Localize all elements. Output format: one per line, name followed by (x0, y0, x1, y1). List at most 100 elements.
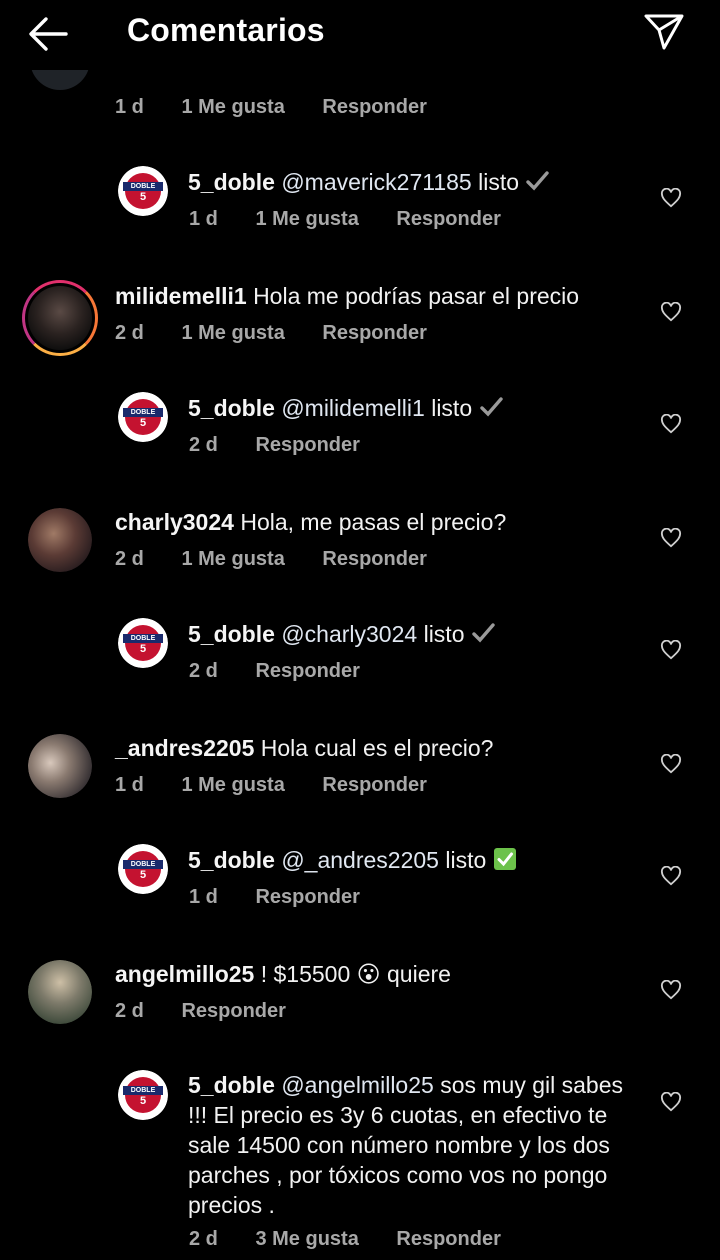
heart-icon[interactable] (660, 528, 682, 548)
reply-button[interactable]: Responder (322, 322, 426, 344)
comment-meta: 2 d 3 Me gusta Responder (189, 1228, 533, 1251)
comment-meta: 2 d Responder (189, 660, 392, 683)
reply-button[interactable]: Responder (255, 886, 359, 908)
reply-button[interactable]: Responder (322, 548, 426, 570)
avatar[interactable] (28, 508, 92, 572)
timestamp: 1 d (189, 886, 218, 908)
comment-meta: 2 d Responder (115, 1000, 318, 1023)
comment-text: 5_doble @charly3024 listo (188, 619, 648, 649)
username[interactable]: 5_doble (188, 621, 275, 647)
back-arrow-icon[interactable] (26, 14, 72, 54)
comment-body: listo (431, 395, 473, 421)
username[interactable]: angelmillo25 (115, 961, 254, 987)
gray-check-icon (472, 623, 495, 643)
page-title: Comentarios (127, 12, 325, 48)
5-doble-logo-icon: DOBLE 5 (118, 166, 168, 216)
likes-count[interactable]: 1 Me gusta (255, 208, 358, 230)
timestamp: 2 d (115, 548, 144, 570)
timestamp: 1 d (115, 96, 144, 118)
heart-icon[interactable] (660, 980, 682, 1000)
username[interactable]: charly3024 (115, 509, 234, 535)
comment-text: _andres2205 Hola cual es el precio? (115, 733, 645, 763)
reply-button[interactable]: Responder (255, 434, 359, 456)
timestamp: 2 d (115, 1000, 144, 1022)
heart-icon[interactable] (660, 302, 682, 322)
comment-text: 5_doble @_andres2205 listo (188, 845, 648, 875)
comment-body: listo (478, 169, 520, 195)
comment-body: listo (445, 847, 487, 873)
send-icon[interactable] (642, 12, 686, 52)
reply-button[interactable]: Responder (396, 208, 500, 230)
comment-text: 5_doble @milidemelli1 listo (188, 393, 648, 423)
comment-text: charly3024 Hola, me pasas el precio? (115, 507, 645, 537)
heart-icon[interactable] (660, 1092, 682, 1112)
5-doble-logo-icon: DOBLE 5 (118, 844, 168, 894)
comment-meta: 1 d Responder (189, 886, 392, 909)
username[interactable]: 5_doble (188, 847, 275, 873)
comment-text: angelmillo25 ! $15500 😮 quiere (115, 959, 645, 989)
likes-count[interactable]: 3 Me gusta (255, 1228, 358, 1250)
gray-check-icon (479, 397, 503, 417)
username[interactable]: 5_doble (188, 1072, 275, 1098)
timestamp: 1 d (189, 208, 218, 230)
reply-button[interactable]: Responder (322, 96, 426, 118)
reply-button[interactable]: Responder (396, 1228, 500, 1250)
avatar[interactable]: DOBLE 5 (118, 392, 168, 442)
reply-button[interactable]: Responder (322, 774, 426, 796)
avatar[interactable] (22, 280, 98, 356)
mention-link[interactable]: @charly3024 (281, 621, 417, 647)
avatar[interactable] (28, 960, 92, 1024)
5-doble-logo-icon: DOBLE 5 (118, 618, 168, 668)
mention-link[interactable]: @angelmillo25 (281, 1072, 434, 1098)
comment-meta: 1 d 1 Me gusta Responder (189, 208, 533, 231)
username[interactable]: milidemelli1 (115, 283, 247, 309)
surprised-face-emoji-icon: 😮 (356, 961, 381, 987)
comment-body: Hola cual es el precio? (260, 735, 494, 761)
mention-link[interactable]: @_andres2205 (281, 847, 439, 873)
likes-count[interactable]: 1 Me gusta (181, 96, 284, 118)
avatar[interactable] (28, 734, 92, 798)
mention-link[interactable]: @milidemelli1 (281, 395, 425, 421)
heart-icon[interactable] (660, 188, 682, 208)
reply-button[interactable]: Responder (181, 1000, 285, 1022)
5-doble-logo-icon: DOBLE 5 (118, 392, 168, 442)
username[interactable]: _andres2205 (115, 735, 254, 761)
comment-text: milidemelli1 Hola me podrías pasar el pr… (115, 281, 645, 311)
top-bar: Comentarios (0, 0, 720, 70)
likes-count[interactable]: 1 Me gusta (181, 548, 284, 570)
username[interactable]: 5_doble (188, 169, 275, 195)
timestamp: 2 d (189, 434, 218, 456)
avatar[interactable]: DOBLE 5 (118, 166, 168, 216)
timestamp: 1 d (115, 774, 144, 796)
gray-check-icon (526, 171, 550, 191)
comment-text: 5_doble @angelmillo25 sos muy gil sabes … (188, 1070, 628, 1220)
reply-button[interactable]: Responder (255, 660, 359, 682)
comment-body: Hola me podrías pasar el precio (253, 283, 580, 309)
heart-icon[interactable] (660, 414, 682, 434)
heart-icon[interactable] (660, 754, 682, 774)
comment-body: listo (423, 621, 465, 647)
5-doble-logo-icon: DOBLE 5 (118, 1070, 168, 1120)
mention-link[interactable]: @maverick271185 (281, 169, 471, 195)
avatar[interactable]: DOBLE 5 (118, 844, 168, 894)
green-check-icon (493, 848, 516, 870)
comment-meta: 2 d 1 Me gusta Responder (115, 322, 459, 345)
comment-body: ! $15500 (260, 961, 351, 987)
avatar[interactable]: DOBLE 5 (118, 1070, 168, 1120)
username[interactable]: 5_doble (188, 395, 275, 421)
comment-meta: 1 d 1 Me gusta Responder (115, 774, 459, 797)
heart-icon[interactable] (660, 640, 682, 660)
likes-count[interactable]: 1 Me gusta (181, 774, 284, 796)
avatar[interactable]: DOBLE 5 (118, 618, 168, 668)
comment-meta: 2 d 1 Me gusta Responder (115, 548, 459, 571)
heart-icon[interactable] (660, 866, 682, 886)
comment-body-continued: quiere (387, 961, 451, 987)
timestamp: 2 d (189, 660, 218, 682)
likes-count[interactable]: 1 Me gusta (181, 322, 284, 344)
timestamp: 2 d (115, 322, 144, 344)
comment-body: Hola, me pasas el precio? (240, 509, 507, 535)
comment-meta: 2 d Responder (189, 434, 392, 457)
comment-meta: 1 d 1 Me gusta Responder (115, 96, 427, 119)
comment-text: 5_doble @maverick271185 listo (188, 167, 648, 197)
timestamp: 2 d (189, 1228, 218, 1250)
